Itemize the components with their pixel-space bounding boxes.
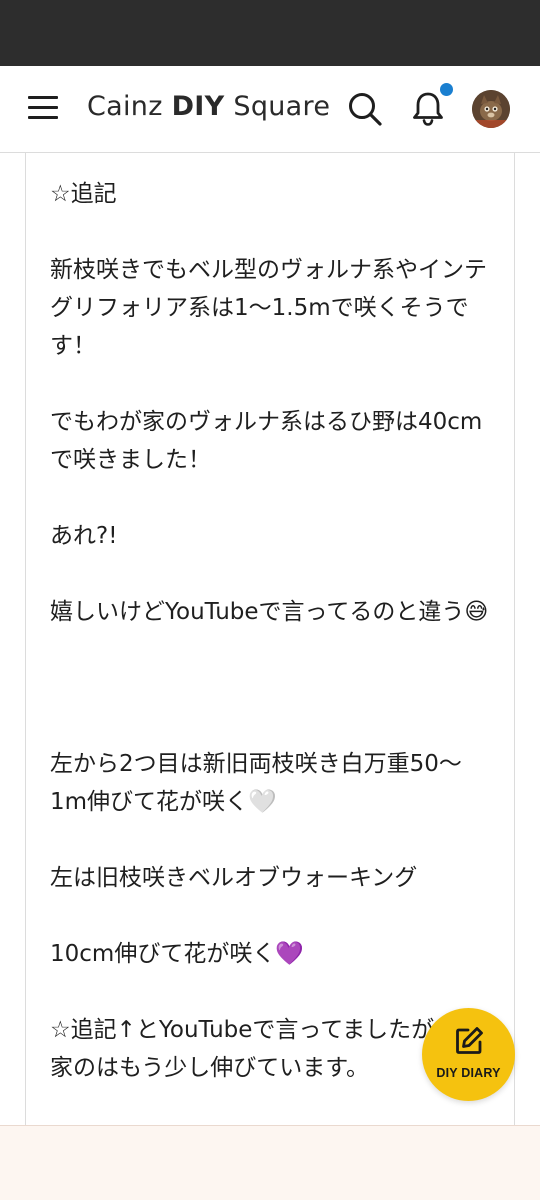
diy-diary-label: DIY DIARY: [436, 1066, 501, 1080]
bottom-bar: [0, 1125, 540, 1200]
search-icon[interactable]: [346, 90, 384, 128]
post-paragraph: あれ?!: [50, 523, 118, 549]
post-paragraph: 10cm伸びて花が咲く💜: [50, 941, 304, 967]
post-paragraph: 新枝咲きでもベル型のヴォルナ系やインテグリフォリア系は1〜1.5mで咲くそうです…: [50, 257, 487, 359]
post-paragraph: 左から2つ目は新旧両枝咲き白万重50〜1m伸びて花が咲く🤍: [50, 751, 462, 815]
post-paragraph: でもわが家のヴォルナ系はるひ野は40cmで咲きました！: [50, 409, 483, 473]
post-paragraph: ☆追記: [50, 181, 117, 207]
post-paragraph: 左は旧枝咲きベルオブウォーキング: [50, 865, 418, 891]
logo-text-cainz: Cainz: [87, 91, 172, 122]
menu-icon[interactable]: [28, 96, 60, 122]
notification-dot: [440, 83, 453, 96]
avatar[interactable]: [472, 90, 510, 128]
post-paragraph: 嬉しいけどYouTubeで言ってるのと違う😅: [50, 599, 489, 625]
post-body: ☆追記 新枝咲きでもベル型のヴォルナ系やインテグリフォリア系は1〜1.5mで咲く…: [50, 168, 490, 1087]
edit-icon: [456, 1027, 483, 1054]
app-header: Cainz DIY Square: [0, 66, 540, 153]
logo-text-square: Square: [224, 91, 331, 122]
site-logo[interactable]: Cainz DIY Square: [87, 91, 330, 122]
diy-diary-button[interactable]: DIY DIARY: [422, 1008, 515, 1101]
status-bar: [0, 0, 540, 66]
logo-text-diy: DIY: [171, 91, 225, 122]
